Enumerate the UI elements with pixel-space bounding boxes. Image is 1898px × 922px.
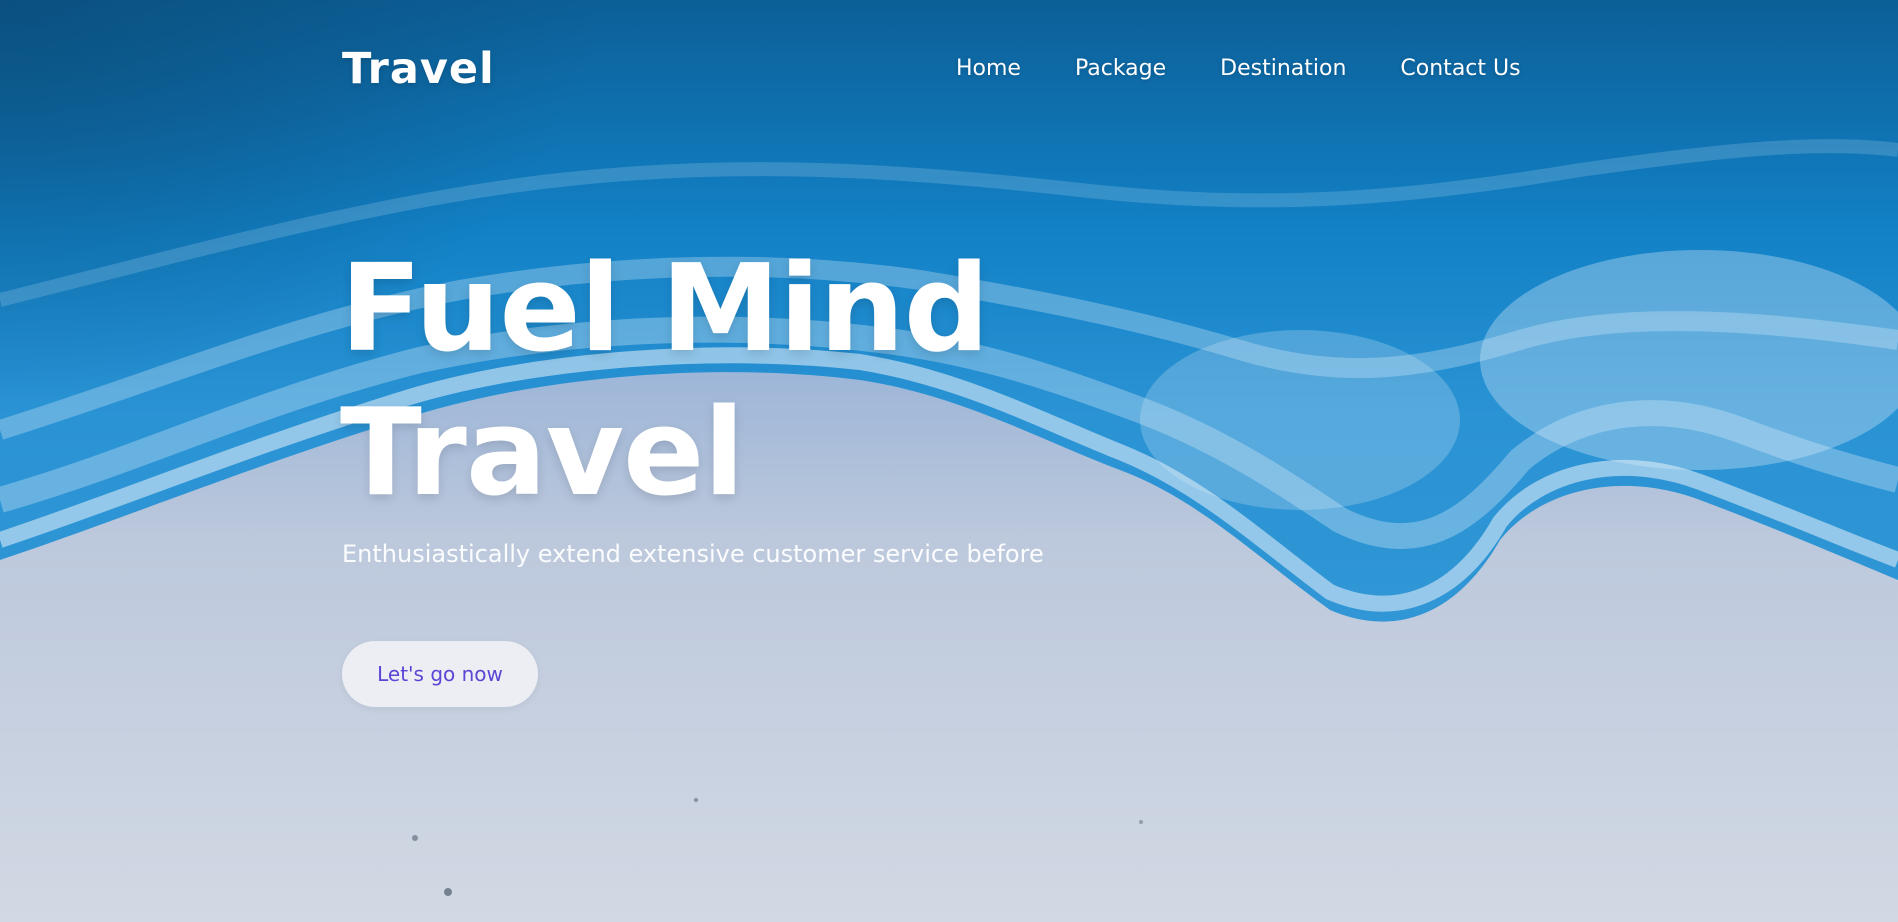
- nav-item-home[interactable]: Home: [956, 56, 1021, 81]
- hero-headline-line-1: Fuel Mind: [340, 240, 990, 379]
- hero-section: Travel Home Package Destination Contact …: [0, 0, 1898, 922]
- hero-headline: Fuel Mind Travel: [340, 238, 990, 526]
- lets-go-now-button[interactable]: Let's go now: [342, 641, 538, 707]
- main-navigation: Home Package Destination Contact Us: [956, 56, 1521, 81]
- nav-item-package[interactable]: Package: [1075, 56, 1166, 81]
- hero-content: Travel Home Package Destination Contact …: [0, 0, 1898, 922]
- hero-headline-line-2: Travel: [340, 384, 745, 523]
- hero-subtitle: Enthusiastically extend extensive custom…: [342, 540, 1044, 568]
- nav-item-destination[interactable]: Destination: [1220, 56, 1346, 81]
- nav-item-contact-us[interactable]: Contact Us: [1400, 56, 1520, 81]
- site-logo[interactable]: Travel: [342, 44, 495, 94]
